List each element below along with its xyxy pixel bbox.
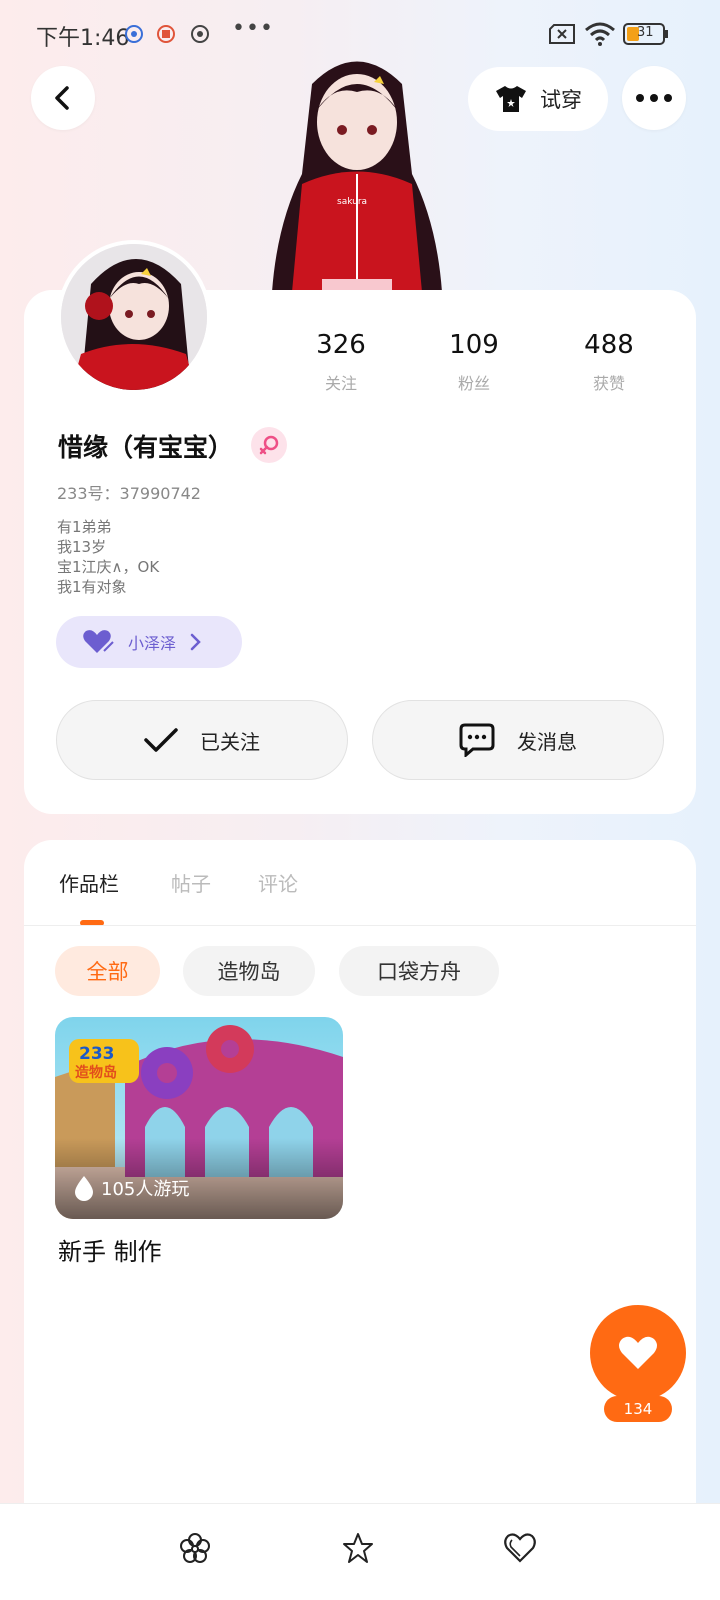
message-label: 发消息 — [517, 729, 577, 754]
fan-group-button[interactable]: 小泽泽 — [56, 616, 242, 668]
work-title[interactable]: 新手 制作 — [58, 1232, 162, 1267]
follow-label: 已关注 — [200, 729, 260, 754]
more-button[interactable] — [622, 66, 686, 130]
tab-comments[interactable]: 评论 — [258, 868, 298, 897]
bio: 有1弟弟 我13岁 宝1江庆∧，OK 我1有对象 — [57, 517, 159, 597]
work-plays: 105人游玩 — [73, 1175, 189, 1201]
check-icon — [144, 728, 178, 752]
stat-value: 326 — [316, 330, 366, 360]
stat-label: 关注 — [324, 374, 357, 393]
divider — [24, 925, 696, 926]
chevron-left-icon — [55, 86, 69, 110]
try-on-button[interactable]: 试穿 — [468, 67, 608, 131]
app-notification-icon — [122, 22, 146, 46]
status-more-indicator: ••• — [232, 16, 274, 41]
sim-no-signal-icon — [548, 22, 576, 46]
stat-likes[interactable]: 488 获赞 — [549, 330, 669, 394]
tshirt-icon — [496, 86, 526, 112]
plays-count: 105人游玩 — [101, 1179, 190, 1200]
status-time: 下午1:46 — [36, 26, 130, 51]
stat-following[interactable]: 326 关注 — [281, 330, 401, 394]
stat-followers[interactable]: 109 粉丝 — [414, 330, 534, 394]
flame-icon — [75, 1176, 93, 1201]
gender-female-icon — [251, 427, 287, 463]
stat-value: 109 — [449, 330, 499, 360]
stat-value: 488 — [584, 330, 634, 360]
tab-works[interactable]: 作品栏 — [59, 868, 119, 897]
bio-line: 我1有对象 — [57, 578, 127, 596]
try-on-label: 试穿 — [540, 88, 582, 112]
user-id: 233号：37990742 — [57, 484, 201, 503]
tab-posts[interactable]: 帖子 — [171, 868, 211, 897]
heart-icon — [83, 630, 114, 653]
back-button[interactable] — [31, 66, 95, 130]
star-icon[interactable] — [340, 1530, 376, 1566]
fan-group-label: 小泽泽 — [128, 634, 177, 653]
svg-text:sakura: sakura — [337, 197, 367, 207]
follow-button[interactable]: 已关注 — [56, 700, 348, 780]
bio-line: 我13岁 — [57, 538, 107, 556]
avatar[interactable] — [57, 240, 211, 394]
battery-level: 31 — [637, 25, 654, 40]
like-button[interactable] — [590, 1305, 686, 1401]
stat-label: 粉丝 — [457, 374, 490, 393]
nickname: 惜缘（有宝宝） — [58, 433, 234, 462]
bio-line: 有1弟弟 — [57, 518, 112, 536]
like-count: 134 — [604, 1396, 672, 1422]
character-avatar-figure[interactable]: sakura — [262, 54, 452, 292]
work-card-thumbnail[interactable]: 233 造物岛 105人游玩 — [55, 1017, 343, 1219]
battery-icon: 31 — [623, 23, 669, 45]
filter-chip-ark[interactable]: 口袋方舟 — [339, 946, 499, 996]
bio-line: 宝1江庆∧，OK — [57, 558, 160, 576]
message-button[interactable]: 发消息 — [372, 700, 664, 780]
more-dots-icon — [636, 94, 672, 102]
heart-outline-icon[interactable] — [502, 1530, 538, 1566]
app-notification-icon — [154, 22, 178, 46]
heart-icon — [619, 1336, 657, 1369]
stat-label: 获赞 — [592, 374, 625, 393]
app-notification-icon — [188, 22, 212, 46]
flower-icon[interactable] — [177, 1530, 213, 1566]
chat-bubble-icon — [459, 723, 495, 757]
filter-chip-island[interactable]: 造物岛 — [183, 946, 315, 996]
chevron-right-icon — [190, 633, 201, 651]
wifi-icon — [584, 22, 616, 46]
filter-chip-all[interactable]: 全部 — [55, 946, 160, 996]
